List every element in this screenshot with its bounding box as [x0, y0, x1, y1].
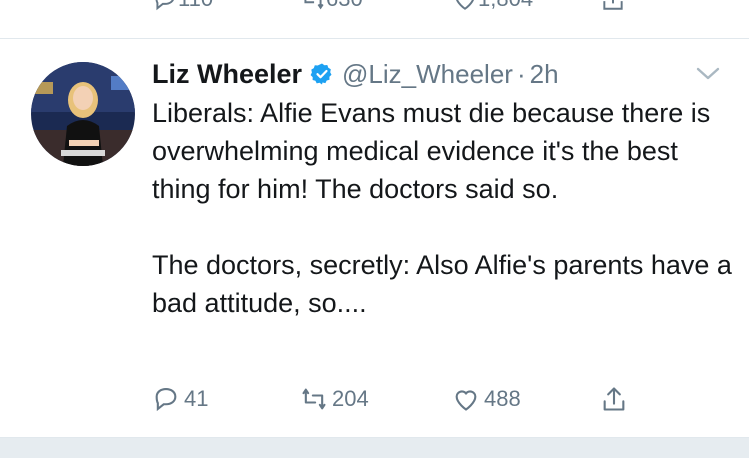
share-icon	[603, 387, 625, 411]
retweet-button[interactable]: 204	[300, 385, 369, 413]
retweet-icon	[302, 388, 326, 410]
prev-retweet-button[interactable]: 630	[300, 0, 363, 12]
previous-tweet-actions: 110 630 1,804	[0, 0, 749, 16]
reply-count: 41	[184, 386, 209, 411]
prev-reply-count: 110	[178, 0, 213, 12]
reply-button[interactable]: 41	[152, 385, 208, 413]
avatar-image	[31, 62, 135, 166]
tweet-header: Liz Wheeler @Liz_Wheeler · 2h	[152, 56, 559, 92]
prev-like-button[interactable]: 1,804	[452, 0, 533, 12]
like-count: 488	[484, 386, 521, 411]
tweet-text: Liberals: Alfie Evans must die because t…	[152, 94, 742, 322]
prev-share-button[interactable]	[600, 0, 626, 12]
retweet-icon	[304, 0, 324, 10]
share-icon	[603, 0, 623, 10]
author-handle[interactable]: @Liz_Wheeler	[342, 59, 513, 90]
tweet-actions: 41 204 488	[0, 385, 749, 419]
tweet-paragraph: The doctors, secretly: Also Alfie's pare…	[152, 250, 732, 318]
prev-reply-button[interactable]: 110	[152, 0, 213, 12]
share-button[interactable]	[600, 385, 632, 413]
header-separator: ·	[516, 58, 526, 89]
chevron-down-icon[interactable]	[694, 64, 722, 84]
like-icon	[456, 0, 474, 10]
author-name[interactable]: Liz Wheeler	[152, 59, 302, 90]
tweet-timestamp[interactable]: 2h	[530, 59, 559, 90]
retweet-count: 204	[332, 386, 369, 411]
reply-icon	[155, 0, 174, 11]
timeline-separator	[0, 437, 749, 458]
like-icon	[455, 390, 477, 411]
like-button[interactable]: 488	[452, 385, 521, 413]
tweet-paragraph: Liberals: Alfie Evans must die because t…	[152, 98, 711, 204]
prev-retweet-count: 630	[326, 0, 363, 12]
avatar[interactable]	[31, 62, 135, 166]
prev-like-count: 1,804	[478, 0, 533, 12]
tweet-divider	[0, 38, 749, 39]
reply-icon	[155, 388, 177, 412]
verified-badge-icon	[310, 63, 332, 85]
